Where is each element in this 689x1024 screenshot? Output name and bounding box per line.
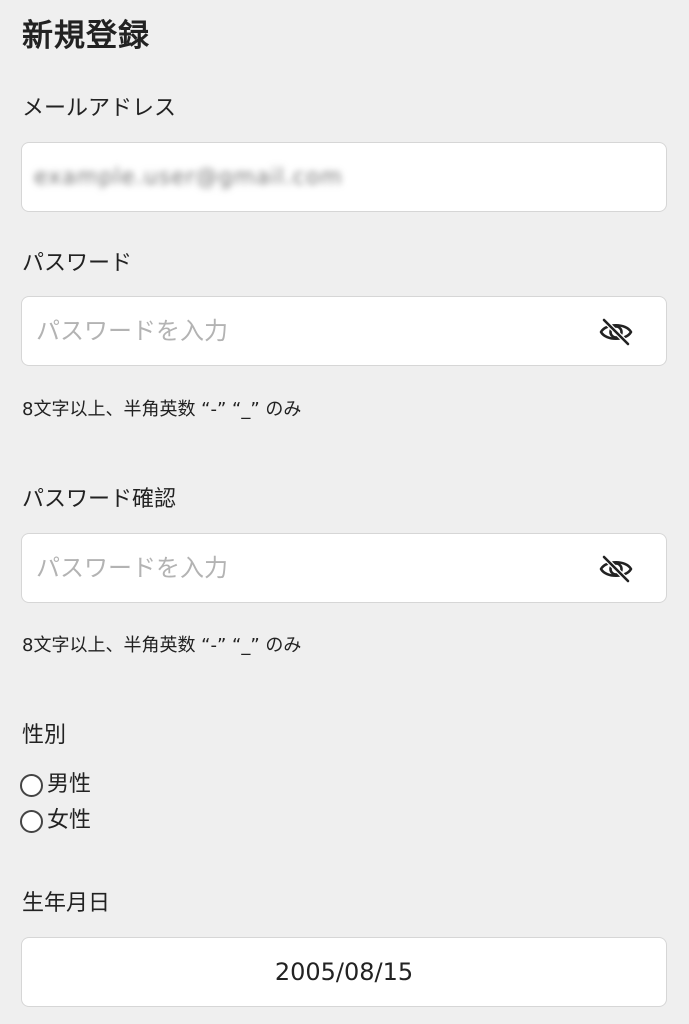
gender-option-male[interactable]: 男性 <box>20 769 91 801</box>
password-confirm-input[interactable] <box>36 534 576 602</box>
password-field[interactable] <box>21 296 667 366</box>
password-confirm-label: パスワード確認 <box>22 487 177 512</box>
birthday-date-picker[interactable]: 2005/08/15 <box>21 937 667 1007</box>
radio-label-female: 女性 <box>47 808 92 833</box>
password-label: パスワード <box>22 251 133 276</box>
radio-label-male: 男性 <box>47 772 92 797</box>
password-hint: 8文字以上、半角英数 “-” “_” のみ <box>22 399 302 420</box>
eye-off-icon[interactable] <box>598 554 634 584</box>
gender-option-female[interactable]: 女性 <box>20 805 91 837</box>
password-confirm-hint: 8文字以上、半角英数 “-” “_” のみ <box>22 635 302 656</box>
email-label: メールアドレス <box>22 96 177 121</box>
gender-label: 性別 <box>22 723 67 748</box>
page-title: 新規登録 <box>22 18 150 54</box>
eye-off-icon[interactable] <box>598 317 634 347</box>
email-value-blurred: example.user@gmail.com <box>34 165 343 190</box>
password-input[interactable] <box>36 297 576 365</box>
radio-button-female[interactable] <box>20 809 43 833</box>
password-confirm-field[interactable] <box>21 533 667 603</box>
birthday-label: 生年月日 <box>22 891 111 916</box>
radio-button-male[interactable] <box>20 773 43 797</box>
birthday-value: 2005/08/15 <box>274 958 414 986</box>
email-field[interactable]: example.user@gmail.com <box>21 142 667 212</box>
